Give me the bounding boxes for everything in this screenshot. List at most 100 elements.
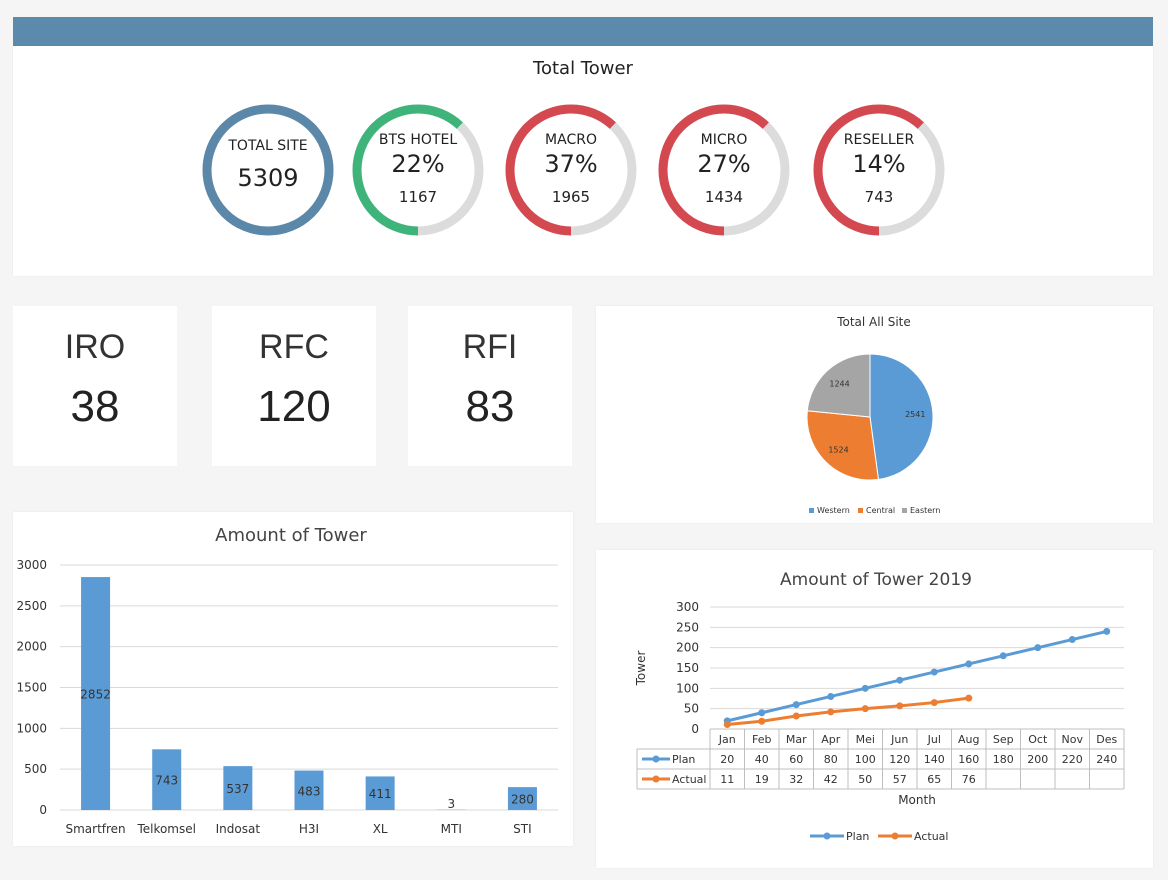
table-cell-value: 80 bbox=[824, 753, 838, 766]
total-tower-title: Total Tower bbox=[533, 58, 633, 79]
ring-value: 1965 bbox=[551, 188, 591, 206]
chart-title: Total All Site bbox=[836, 315, 911, 329]
ring-gauge-total-site: TOTAL SITE 5309 bbox=[198, 100, 338, 240]
y-tick-label: 300 bbox=[676, 600, 699, 614]
ring-percent: 37% bbox=[544, 150, 598, 178]
data-point bbox=[861, 684, 869, 692]
table-cell-value: 65 bbox=[927, 773, 941, 786]
x-axis-label: Month bbox=[898, 793, 936, 807]
y-tick-label: 0 bbox=[39, 803, 47, 817]
legend-marker bbox=[823, 832, 831, 840]
table-month-label: Nov bbox=[1062, 733, 1084, 746]
table-month-label: Jan bbox=[718, 733, 736, 746]
y-tick-label: 250 bbox=[676, 620, 699, 634]
data-point bbox=[896, 676, 904, 684]
legend-label: Western bbox=[817, 506, 850, 515]
ring-value: 1434 bbox=[704, 188, 744, 206]
table-cell-value: 220 bbox=[1062, 753, 1083, 766]
kpi-card-rfc: RFC 120 bbox=[212, 306, 376, 466]
table-cell-value: 60 bbox=[789, 753, 803, 766]
y-tick-label: 500 bbox=[24, 762, 47, 776]
pie-chart: Total All Site 2541 1524 1244 Western Central… bbox=[806, 315, 940, 515]
table-cell-value: 32 bbox=[789, 773, 803, 786]
kpi-label: RFI bbox=[462, 328, 518, 366]
chart-title: Amount of Tower bbox=[215, 525, 367, 546]
table-cell-value: 42 bbox=[824, 773, 838, 786]
kpi-label: IRO bbox=[64, 328, 126, 366]
table-month-label: Feb bbox=[752, 733, 771, 746]
y-tick-label: 2000 bbox=[16, 640, 47, 654]
ring-gauge-bts-hotel: BTS HOTEL 22% 1167 bbox=[348, 100, 488, 240]
table-month-label: Aug bbox=[958, 733, 979, 746]
table-month-label: Sep bbox=[993, 733, 1014, 746]
y-axis-label: Tower bbox=[634, 651, 648, 687]
kpi-card-iro: IRO 38 bbox=[13, 306, 177, 466]
y-tick-label: 1500 bbox=[16, 681, 47, 695]
table-series-name: Actual bbox=[672, 773, 706, 786]
bar-data-label: 483 bbox=[298, 784, 321, 798]
table-cell-value: 200 bbox=[1027, 753, 1048, 766]
ring-percent: 14% bbox=[852, 150, 906, 178]
ring-label: MACRO bbox=[545, 132, 597, 148]
data-point bbox=[1034, 644, 1042, 652]
data-point bbox=[1068, 636, 1076, 644]
kpi-value: 120 bbox=[257, 382, 331, 431]
legend-swatch bbox=[858, 508, 863, 513]
ring-label: BTS HOTEL bbox=[378, 132, 458, 148]
y-tick-label: 1000 bbox=[16, 721, 47, 735]
ring-label: MICRO bbox=[700, 132, 748, 148]
legend-swatch bbox=[809, 508, 814, 513]
table-cell-value: 120 bbox=[889, 753, 910, 766]
x-tick-label: STI bbox=[513, 822, 532, 836]
x-tick-label: Smartfren bbox=[65, 822, 125, 836]
bar-data-label: 743 bbox=[155, 774, 178, 788]
data-point bbox=[965, 660, 973, 668]
table-cell-value: 20 bbox=[720, 753, 734, 766]
pie-data-label: 2541 bbox=[905, 410, 925, 419]
amount-of-tower-chart-panel: Amount of Tower 0 500 1000 1500 2000 2500 3000 2… bbox=[13, 512, 573, 846]
chart-title: Amount of Tower 2019 bbox=[780, 570, 972, 590]
data-point bbox=[999, 652, 1007, 660]
table-series-name: Plan bbox=[672, 753, 695, 766]
data-point bbox=[965, 694, 973, 702]
kpi-label: RFC bbox=[259, 328, 329, 366]
total-tower-panel: Total Tower TOTAL SITE 5309 BTS HOTEL 22% 11… bbox=[13, 46, 1153, 276]
table-month-label: Oct bbox=[1028, 733, 1048, 746]
ring-gauge-macro: MACRO 37% 1965 bbox=[501, 100, 641, 240]
y-tick-label: 200 bbox=[676, 641, 699, 655]
bar-chart: Amount of Tower 0 500 1000 1500 2000 2500 3000 2… bbox=[16, 525, 558, 836]
ring-value: 1167 bbox=[398, 188, 438, 206]
table-cell-value: 11 bbox=[720, 773, 734, 786]
line-chart: Amount of Tower 2019 0 50 100 150 200 250 300 To… bbox=[634, 570, 1125, 843]
ring-label: TOTAL SITE bbox=[228, 138, 308, 154]
bar-data-label: 537 bbox=[226, 782, 249, 796]
data-point bbox=[827, 692, 835, 700]
y-tick-label: 0 bbox=[691, 722, 699, 736]
x-tick-label: Indosat bbox=[216, 822, 261, 836]
data-point bbox=[758, 717, 766, 725]
legend-label: Plan bbox=[846, 830, 869, 843]
data-point bbox=[827, 708, 835, 716]
ring-value: 743 bbox=[864, 188, 894, 206]
table-month-label: Jul bbox=[927, 733, 941, 746]
table-cell-value: 160 bbox=[958, 753, 979, 766]
ring-value: 5309 bbox=[237, 164, 299, 192]
legend-label: Central bbox=[866, 506, 895, 515]
table-month-label: Mar bbox=[786, 733, 807, 746]
table-cell-value: 40 bbox=[755, 753, 769, 766]
bar-data-label: 2852 bbox=[80, 688, 111, 702]
pie-data-label: 1244 bbox=[829, 379, 849, 388]
x-tick-label: XL bbox=[373, 822, 388, 836]
y-tick-label: 100 bbox=[676, 681, 699, 695]
x-tick-label: H3I bbox=[299, 822, 319, 836]
legend-label: Eastern bbox=[910, 506, 940, 515]
ring-gauge-micro: MICRO 27% 1434 bbox=[654, 100, 794, 240]
data-point bbox=[792, 712, 800, 720]
ring-percent: 22% bbox=[391, 150, 445, 178]
data-point bbox=[1103, 627, 1111, 635]
series-line bbox=[726, 629, 1108, 723]
table-cell-value: 76 bbox=[962, 773, 976, 786]
table-cell-value: 19 bbox=[755, 773, 769, 786]
table-cell-value: 50 bbox=[858, 773, 872, 786]
data-point bbox=[930, 699, 938, 707]
